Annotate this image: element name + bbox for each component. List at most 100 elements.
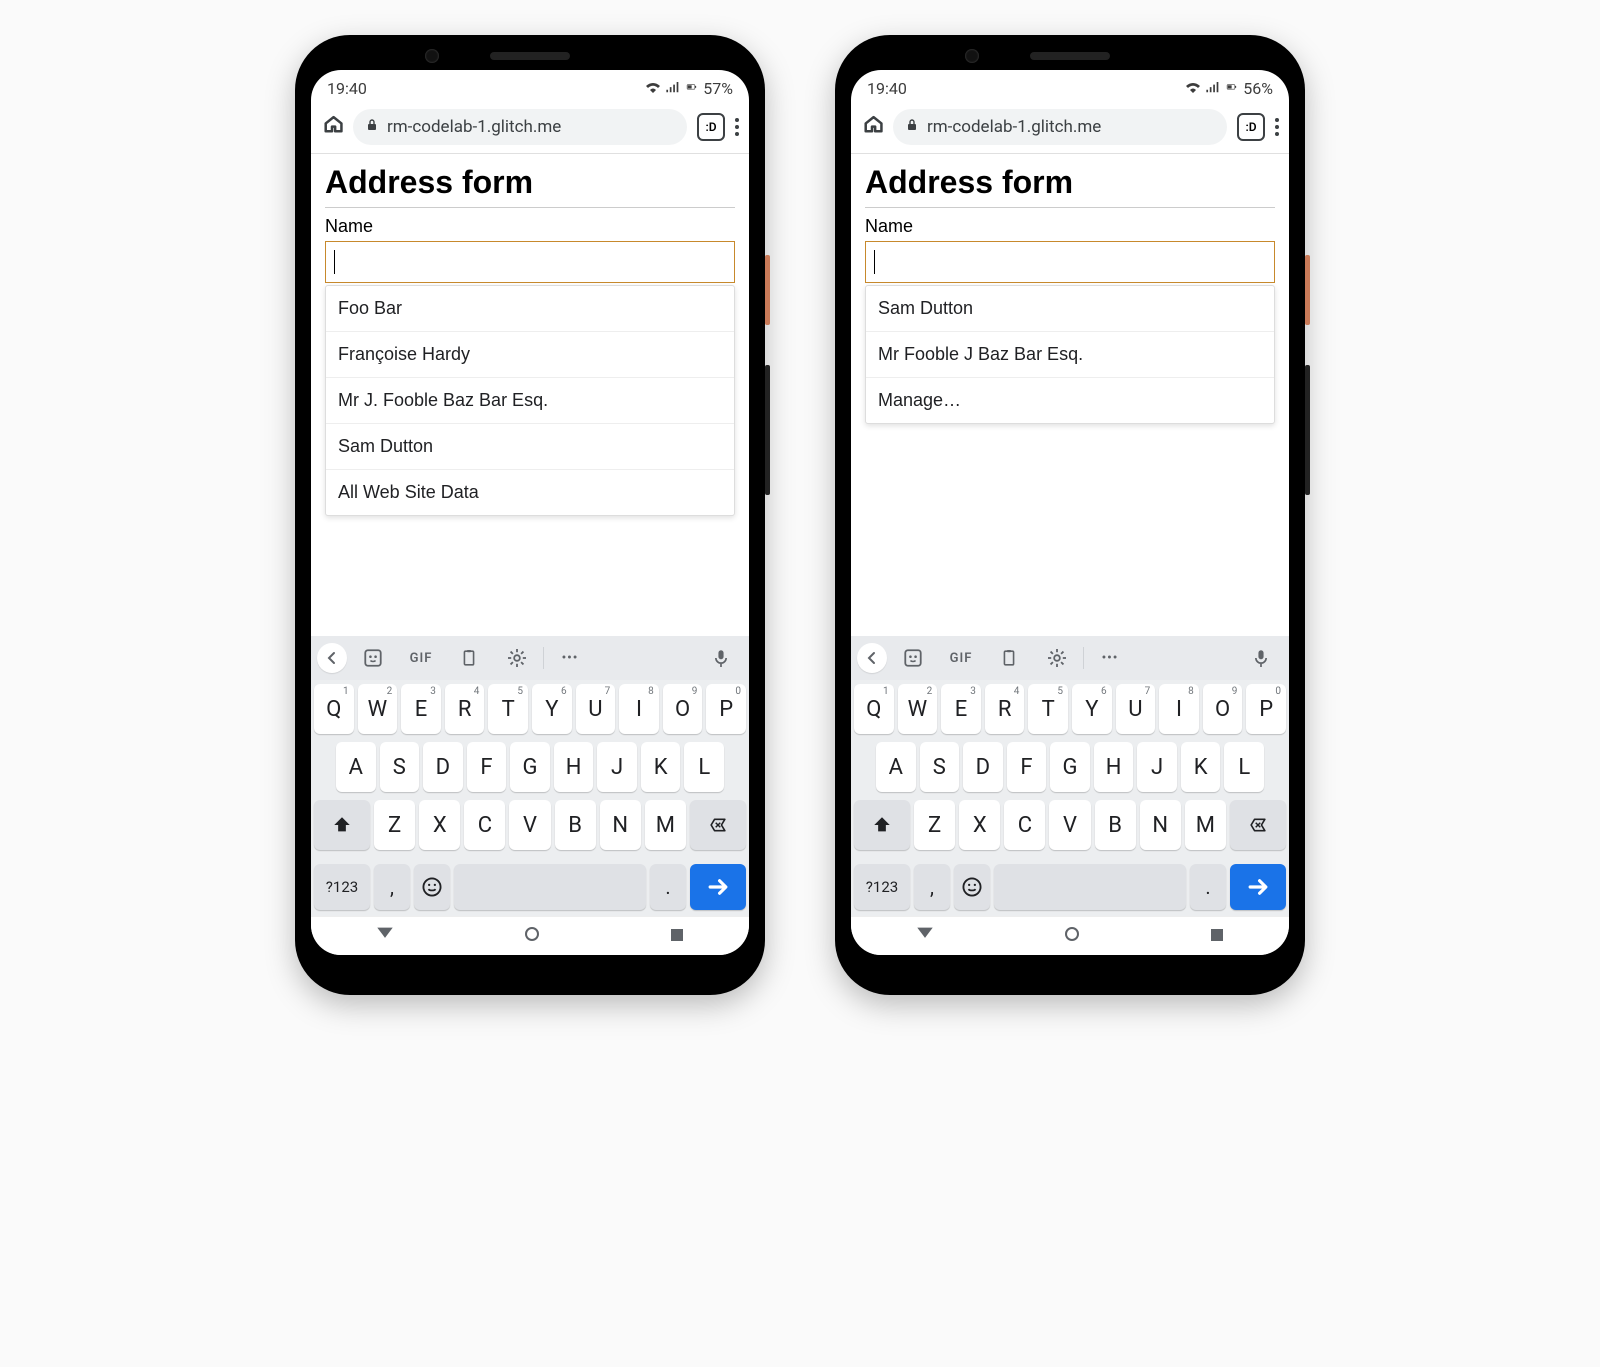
key-X[interactable]: X — [959, 800, 1000, 850]
key-H[interactable]: H — [554, 742, 594, 792]
key-W[interactable]: W2 — [358, 684, 398, 734]
key-J[interactable]: J — [597, 742, 637, 792]
space-key[interactable] — [454, 864, 646, 910]
emoji-key[interactable] — [414, 864, 450, 910]
shift-key[interactable] — [314, 800, 370, 850]
key-E[interactable]: E3 — [941, 684, 981, 734]
key-S[interactable]: S — [920, 742, 960, 792]
key-T[interactable]: T5 — [1028, 684, 1068, 734]
key-Q[interactable]: Q1 — [854, 684, 894, 734]
key-A[interactable]: A — [876, 742, 916, 792]
key-H[interactable]: H — [1094, 742, 1134, 792]
symbols-key[interactable]: ?123 — [854, 864, 910, 910]
tabs-button[interactable]: :D — [697, 113, 725, 141]
nav-home-icon[interactable] — [524, 926, 540, 946]
key-C[interactable]: C — [464, 800, 505, 850]
key-V[interactable]: V — [1049, 800, 1090, 850]
nav-back-icon[interactable] — [376, 925, 394, 947]
keyboard-collapse-icon[interactable] — [857, 643, 887, 673]
backspace-key[interactable] — [1230, 800, 1286, 850]
key-I[interactable]: I8 — [619, 684, 659, 734]
enter-key[interactable] — [1230, 864, 1286, 910]
key-D[interactable]: D — [963, 742, 1003, 792]
key-G[interactable]: G — [1050, 742, 1090, 792]
autofill-item[interactable]: Manage… — [866, 378, 1274, 423]
key-C[interactable]: C — [1004, 800, 1045, 850]
menu-icon[interactable] — [1275, 118, 1279, 136]
home-icon[interactable] — [861, 114, 883, 140]
name-input[interactable] — [325, 241, 735, 283]
autofill-item[interactable]: Françoise Hardy — [326, 332, 734, 378]
key-X[interactable]: X — [419, 800, 460, 850]
autofill-item[interactable]: Foo Bar — [326, 286, 734, 332]
clipboard-icon[interactable] — [447, 643, 491, 673]
key-M[interactable]: M — [1185, 800, 1226, 850]
key-M[interactable]: M — [645, 800, 686, 850]
autofill-item[interactable]: Sam Dutton — [866, 286, 1274, 332]
key-Z[interactable]: Z — [914, 800, 955, 850]
key-Y[interactable]: Y6 — [1072, 684, 1112, 734]
key-K[interactable]: K — [641, 742, 681, 792]
key-U[interactable]: U7 — [576, 684, 616, 734]
nav-back-icon[interactable] — [916, 925, 934, 947]
key-S[interactable]: S — [380, 742, 420, 792]
shift-key[interactable] — [854, 800, 910, 850]
key-F[interactable]: F — [467, 742, 507, 792]
key-W[interactable]: W2 — [898, 684, 938, 734]
keyboard-collapse-icon[interactable] — [317, 643, 347, 673]
gear-icon[interactable] — [1035, 643, 1079, 673]
gear-icon[interactable] — [495, 643, 539, 673]
more-icon[interactable]: ••• — [1088, 643, 1132, 673]
key-I[interactable]: I8 — [1159, 684, 1199, 734]
gif-button[interactable]: GIF — [399, 643, 443, 673]
more-icon[interactable]: ••• — [548, 643, 592, 673]
key-N[interactable]: N — [1140, 800, 1181, 850]
key-O[interactable]: O9 — [663, 684, 703, 734]
key-P[interactable]: P0 — [706, 684, 746, 734]
gif-button[interactable]: GIF — [939, 643, 983, 673]
key-Q[interactable]: Q1 — [314, 684, 354, 734]
key-L[interactable]: L — [1224, 742, 1264, 792]
sticker-icon[interactable] — [351, 643, 395, 673]
comma-key[interactable]: , — [914, 864, 950, 910]
tabs-button[interactable]: :D — [1237, 113, 1265, 141]
url-bar[interactable]: rm-codelab-1.glitch.me — [893, 109, 1227, 145]
nav-home-icon[interactable] — [1064, 926, 1080, 946]
key-P[interactable]: P0 — [1246, 684, 1286, 734]
key-F[interactable]: F — [1007, 742, 1047, 792]
key-B[interactable]: B — [1095, 800, 1136, 850]
key-R[interactable]: R4 — [445, 684, 485, 734]
period-key[interactable]: . — [1190, 864, 1226, 910]
key-G[interactable]: G — [510, 742, 550, 792]
nav-recent-icon[interactable] — [1210, 927, 1224, 946]
key-O[interactable]: O9 — [1203, 684, 1243, 734]
period-key[interactable]: . — [650, 864, 686, 910]
autofill-item[interactable]: All Web Site Data — [326, 470, 734, 515]
key-L[interactable]: L — [684, 742, 724, 792]
enter-key[interactable] — [690, 864, 746, 910]
autofill-item[interactable]: Sam Dutton — [326, 424, 734, 470]
key-T[interactable]: T5 — [488, 684, 528, 734]
emoji-key[interactable] — [954, 864, 990, 910]
key-U[interactable]: U7 — [1116, 684, 1156, 734]
key-N[interactable]: N — [600, 800, 641, 850]
name-input[interactable] — [865, 241, 1275, 283]
key-Y[interactable]: Y6 — [532, 684, 572, 734]
key-A[interactable]: A — [336, 742, 376, 792]
backspace-key[interactable] — [690, 800, 746, 850]
comma-key[interactable]: , — [374, 864, 410, 910]
space-key[interactable] — [994, 864, 1186, 910]
key-R[interactable]: R4 — [985, 684, 1025, 734]
sticker-icon[interactable] — [891, 643, 935, 673]
menu-icon[interactable] — [735, 118, 739, 136]
mic-icon[interactable] — [699, 643, 743, 673]
key-J[interactable]: J — [1137, 742, 1177, 792]
key-Z[interactable]: Z — [374, 800, 415, 850]
autofill-item[interactable]: Mr J. Fooble Baz Bar Esq. — [326, 378, 734, 424]
key-K[interactable]: K — [1181, 742, 1221, 792]
key-B[interactable]: B — [555, 800, 596, 850]
key-V[interactable]: V — [509, 800, 550, 850]
url-bar[interactable]: rm-codelab-1.glitch.me — [353, 109, 687, 145]
autofill-item[interactable]: Mr Fooble J Baz Bar Esq. — [866, 332, 1274, 378]
home-icon[interactable] — [321, 114, 343, 140]
